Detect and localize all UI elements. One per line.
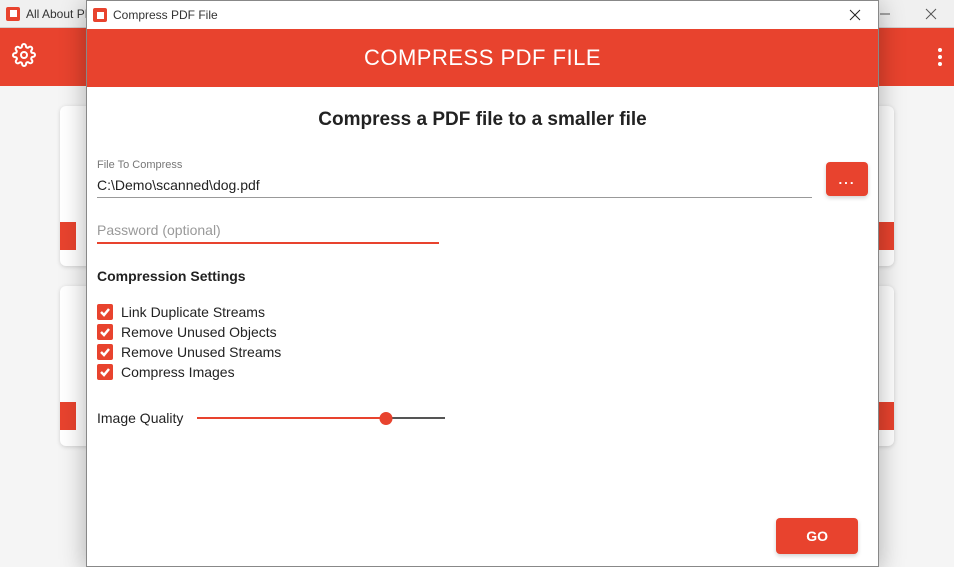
gear-icon[interactable] xyxy=(12,43,36,72)
go-button[interactable]: GO xyxy=(776,518,858,554)
slider-active xyxy=(197,417,385,419)
close-button[interactable] xyxy=(908,0,954,28)
checkbox-group: Link Duplicate Streams Remove Unused Obj… xyxy=(97,304,868,380)
checkbox-label: Compress Images xyxy=(121,364,235,380)
background-card-btn xyxy=(60,402,76,430)
dialog-icon xyxy=(93,8,107,22)
remove-unused-streams-checkbox[interactable] xyxy=(97,344,113,360)
slider-thumb[interactable] xyxy=(379,412,392,425)
file-input-label: File To Compress xyxy=(97,159,812,171)
background-card-btn xyxy=(878,222,894,250)
dialog-titlebar: Compress PDF File xyxy=(87,1,878,29)
compress-dialog: Compress PDF File COMPRESS PDF FILE Comp… xyxy=(86,0,879,567)
dialog-subtitle: Compress a PDF file to a smaller file xyxy=(97,109,868,131)
remove-unused-objects-checkbox[interactable] xyxy=(97,324,113,340)
dialog-banner: COMPRESS PDF FILE xyxy=(87,29,878,87)
dialog-title: Compress PDF File xyxy=(113,8,218,22)
file-input[interactable] xyxy=(97,173,812,198)
checkbox-label: Remove Unused Objects xyxy=(121,324,277,340)
background-card-btn xyxy=(878,402,894,430)
dialog-body: Compress a PDF file to a smaller file Fi… xyxy=(87,87,878,566)
browse-button[interactable]: ... xyxy=(826,162,868,196)
dialog-close-button[interactable] xyxy=(832,1,878,29)
password-input[interactable] xyxy=(97,218,439,244)
link-duplicate-streams-checkbox[interactable] xyxy=(97,304,113,320)
image-quality-label: Image Quality xyxy=(97,410,183,426)
more-icon[interactable] xyxy=(938,48,942,66)
background-card-btn xyxy=(60,222,76,250)
app-icon xyxy=(6,7,20,21)
checkbox-label: Remove Unused Streams xyxy=(121,344,281,360)
compress-images-checkbox[interactable] xyxy=(97,364,113,380)
compression-settings-title: Compression Settings xyxy=(97,268,868,284)
image-quality-slider[interactable] xyxy=(197,410,445,426)
checkbox-label: Link Duplicate Streams xyxy=(121,304,265,320)
